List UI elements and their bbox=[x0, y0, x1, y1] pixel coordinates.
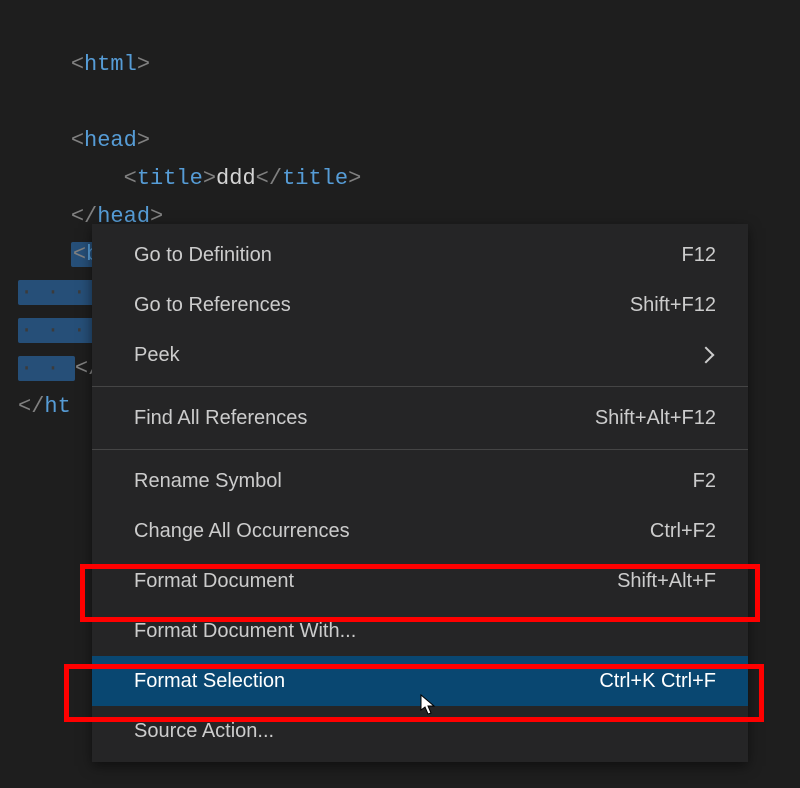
code-line-1[interactable]: <html> bbox=[0, 8, 800, 122]
menu-label: Find All References bbox=[134, 407, 307, 430]
indent bbox=[18, 242, 71, 267]
menu-shortcut: Shift+Alt+F12 bbox=[595, 407, 716, 430]
indent bbox=[18, 166, 124, 191]
menu-format-document-with[interactable]: Format Document With... bbox=[92, 606, 748, 656]
menu-separator bbox=[92, 449, 748, 450]
menu-find-all-references[interactable]: Find All References Shift+Alt+F12 bbox=[92, 393, 748, 443]
tag-head: head bbox=[84, 128, 137, 153]
menu-label: Go to Definition bbox=[134, 244, 272, 267]
menu-label: Format Document bbox=[134, 570, 294, 593]
menu-peek[interactable]: Peek bbox=[92, 330, 748, 380]
menu-shortcut: F12 bbox=[682, 244, 716, 267]
angle-open-close: </ bbox=[256, 166, 282, 191]
menu-shortcut: Ctrl+F2 bbox=[650, 520, 716, 543]
menu-shortcut: Shift+F12 bbox=[630, 294, 716, 317]
angle-open-close: </ bbox=[18, 394, 44, 419]
code-line-2[interactable]: <head> bbox=[0, 122, 800, 160]
angle-close: > bbox=[203, 166, 216, 191]
tag-title: title bbox=[282, 166, 348, 191]
code-line-3[interactable]: <title>ddd</title> bbox=[0, 160, 800, 198]
menu-label: Peek bbox=[134, 344, 180, 367]
indent bbox=[18, 204, 71, 229]
menu-label: Format Selection bbox=[134, 670, 285, 693]
menu-label: Rename Symbol bbox=[134, 470, 282, 493]
menu-rename-symbol[interactable]: Rename Symbol F2 bbox=[92, 456, 748, 506]
menu-label: Go to References bbox=[134, 294, 291, 317]
menu-shortcut: Ctrl+K Ctrl+F bbox=[599, 670, 716, 693]
angle-open: < bbox=[124, 166, 137, 191]
menu-separator bbox=[92, 386, 748, 387]
menu-change-all-occurrences[interactable]: Change All Occurrences Ctrl+F2 bbox=[92, 506, 748, 556]
angle-close: > bbox=[348, 166, 361, 191]
context-menu: Go to Definition F12 Go to References Sh… bbox=[92, 224, 748, 762]
menu-source-action[interactable]: Source Action... bbox=[92, 706, 748, 756]
title-text: ddd bbox=[216, 166, 256, 191]
menu-shortcut: Shift+Alt+F bbox=[617, 570, 716, 593]
menu-label: Format Document With... bbox=[134, 620, 356, 643]
chevron-right-icon bbox=[698, 347, 715, 364]
angle-close: > bbox=[137, 128, 150, 153]
tag-html: html bbox=[84, 52, 137, 77]
angle-open: < bbox=[71, 52, 84, 77]
indent bbox=[18, 128, 71, 153]
selection: · · bbox=[18, 356, 75, 381]
angle-open: < bbox=[71, 128, 84, 153]
menu-go-to-references[interactable]: Go to References Shift+F12 bbox=[92, 280, 748, 330]
menu-go-to-definition[interactable]: Go to Definition F12 bbox=[92, 230, 748, 280]
menu-label: Change All Occurrences bbox=[134, 520, 350, 543]
angle-close: > bbox=[137, 52, 150, 77]
menu-format-selection[interactable]: Format Selection Ctrl+K Ctrl+F bbox=[92, 656, 748, 706]
menu-label: Source Action... bbox=[134, 720, 274, 743]
tag-html-partial: ht bbox=[44, 394, 70, 419]
tag-title: title bbox=[137, 166, 203, 191]
menu-format-document[interactable]: Format Document Shift+Alt+F bbox=[92, 556, 748, 606]
menu-shortcut: F2 bbox=[693, 470, 716, 493]
